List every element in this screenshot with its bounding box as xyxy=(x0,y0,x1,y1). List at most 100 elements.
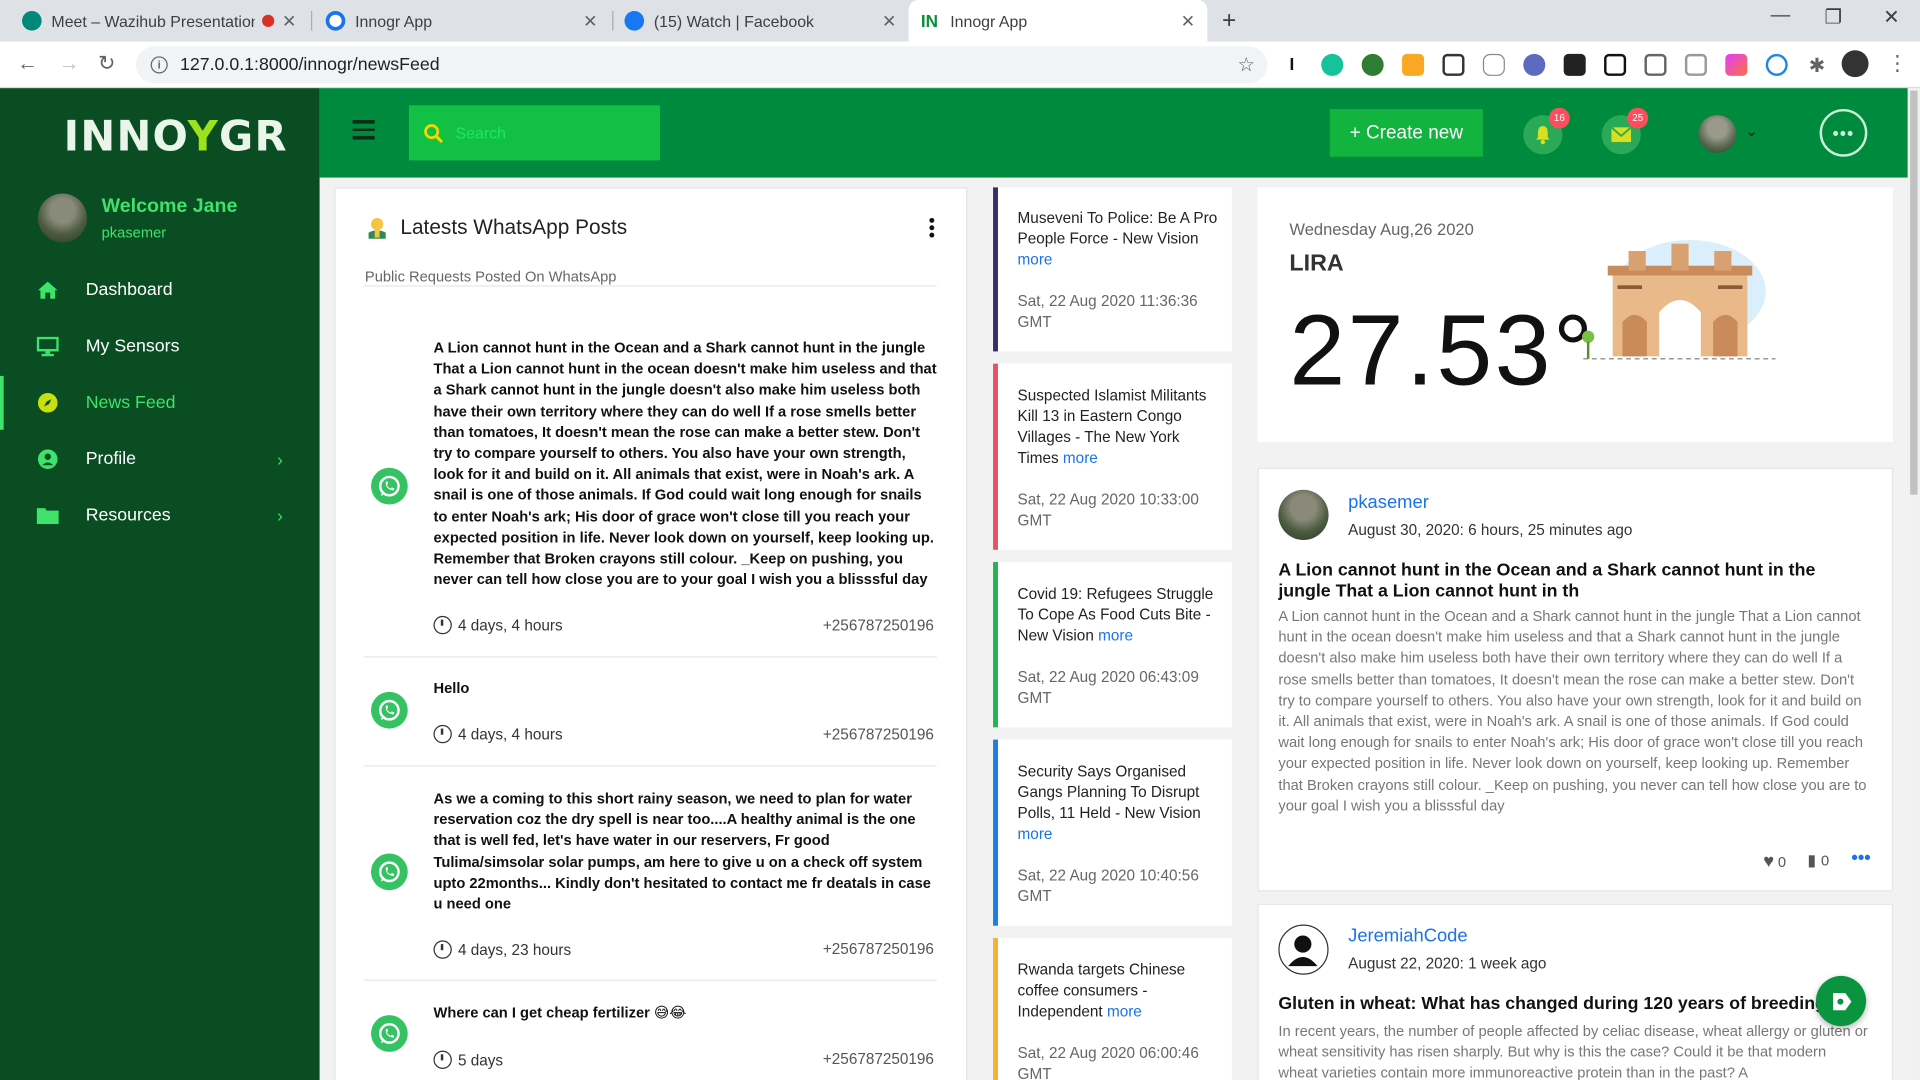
browser-tab-active[interactable]: IN Innogr App ✕ xyxy=(908,0,1208,42)
address-bar[interactable]: i 127.0.0.1:8000/innogr/newsFeed ☆ xyxy=(135,46,1268,84)
weather-temperature: 27.53° xyxy=(1289,295,1596,407)
grammarly-icon[interactable] xyxy=(1321,53,1344,76)
recording-icon xyxy=(262,14,275,27)
news-card[interactable]: Rwanda targets Chinese coffee consumers … xyxy=(993,937,1232,1080)
back-icon[interactable]: ← xyxy=(17,51,38,75)
extension-icon[interactable] xyxy=(1361,53,1384,76)
extension-icon[interactable] xyxy=(1523,53,1546,76)
more-options-button[interactable]: ••• xyxy=(1819,108,1868,157)
monitor-icon xyxy=(36,336,59,358)
chevron-right-icon: › xyxy=(277,505,283,526)
news-card[interactable]: Suspected Islamist Militants Kill 13 in … xyxy=(993,363,1232,550)
browser-tab[interactable]: Innogr App ✕ xyxy=(313,0,609,42)
sidebar-item-dashboard[interactable]: Dashboard xyxy=(0,263,320,317)
avatar[interactable] xyxy=(37,193,87,243)
envelope-icon xyxy=(1610,126,1632,143)
close-tab-icon[interactable]: ✕ xyxy=(583,10,597,31)
avatar[interactable] xyxy=(1278,489,1329,541)
post-time: 4 days, 4 hours xyxy=(433,615,563,635)
page-scrollbar[interactable] xyxy=(1907,88,1920,1080)
extension-icon[interactable] xyxy=(1563,53,1586,76)
close-tab-icon[interactable]: ✕ xyxy=(282,10,296,31)
news-date: Sat, 22 Aug 2020 11:36:36 GMT xyxy=(1017,292,1198,331)
phone-number: +256787250196 xyxy=(822,726,934,744)
forward-icon[interactable]: → xyxy=(59,51,80,75)
news-date: Sat, 22 Aug 2020 06:43:09 GMT xyxy=(1017,668,1199,707)
thumbs-down-icon: ▮ xyxy=(1807,851,1817,870)
news-title[interactable]: Covid 19: Refugees Struggle To Cope As F… xyxy=(1018,584,1220,646)
messages-button[interactable]: 25 xyxy=(1601,107,1649,155)
more-link[interactable]: more xyxy=(1063,449,1098,466)
sidebar-item-profile[interactable]: Profile › xyxy=(0,432,320,486)
kebab-menu-icon[interactable] xyxy=(929,217,936,238)
browser-tab[interactable]: (15) Watch | Facebook ✕ xyxy=(612,0,908,42)
extension-icon[interactable] xyxy=(1644,53,1667,76)
avatar[interactable] xyxy=(1698,115,1737,154)
whatsapp-icon xyxy=(371,691,408,729)
clock-icon xyxy=(433,940,452,959)
post-author[interactable]: JeremiahCode xyxy=(1348,926,1467,947)
more-link[interactable]: more xyxy=(1107,1003,1142,1020)
meet-icon xyxy=(22,11,42,31)
close-window-icon[interactable]: ✕ xyxy=(1883,5,1899,29)
card-title: Latests WhatsApp Posts xyxy=(365,216,627,240)
site-info-icon[interactable]: i xyxy=(150,56,168,74)
sidebar-item-my-sensors[interactable]: My Sensors xyxy=(0,320,320,374)
whatsapp-icon xyxy=(371,1015,408,1052)
close-tab-icon[interactable]: ✕ xyxy=(1181,10,1195,31)
post-time: 4 days, 4 hours xyxy=(433,724,563,744)
sidebar-item-news-feed[interactable]: News Feed xyxy=(0,375,320,430)
more-link[interactable]: more xyxy=(1098,627,1133,644)
extension-icon[interactable] xyxy=(1765,53,1788,76)
camera-icon[interactable] xyxy=(1684,53,1707,76)
extension-icon[interactable]: I xyxy=(1280,53,1303,76)
minimize-icon[interactable]: — xyxy=(1771,5,1791,27)
notion-icon[interactable] xyxy=(1604,53,1627,76)
like-button[interactable]: ♥ 0 xyxy=(1763,851,1786,872)
post-author[interactable]: pkasemer xyxy=(1348,492,1429,513)
clock-icon xyxy=(433,1050,452,1069)
weather-date: Wednesday Aug,26 2020 xyxy=(1289,220,1474,239)
post-time: 4 days, 23 hours xyxy=(433,940,571,959)
maximize-icon[interactable]: ❐ xyxy=(1824,5,1842,29)
news-card[interactable]: Covid 19: Refugees Struggle To Cope As F… xyxy=(993,562,1232,728)
news-card[interactable]: Museveni To Police: Be A Pro People Forc… xyxy=(993,187,1232,352)
close-tab-icon[interactable]: ✕ xyxy=(882,10,896,31)
post-headline[interactable]: Gluten in wheat: What has changed during… xyxy=(1278,994,1866,1014)
bookmark-star-icon[interactable]: ☆ xyxy=(1238,53,1256,77)
hamburger-menu-icon[interactable] xyxy=(352,120,375,140)
heart-icon: ♥ xyxy=(1763,851,1775,872)
extension-icon[interactable] xyxy=(1725,53,1748,76)
more-link[interactable]: more xyxy=(1018,825,1053,842)
more-link[interactable]: more xyxy=(1018,251,1053,268)
create-new-button[interactable]: + Create new xyxy=(1329,108,1483,157)
rss-icon[interactable] xyxy=(1402,53,1425,76)
menu-dots-icon[interactable]: ⋮ xyxy=(1887,51,1908,75)
reload-icon[interactable]: ↻ xyxy=(98,51,115,75)
news-title[interactable]: Rwanda targets Chinese coffee consumers … xyxy=(1018,960,1220,1022)
post-options-icon[interactable]: ••• xyxy=(1851,847,1870,868)
fertilizer-icon xyxy=(1832,992,1851,1010)
browser-tab[interactable]: Meet – Wazihub Presentation ✕ xyxy=(10,0,309,42)
default-avatar-icon[interactable] xyxy=(1278,924,1329,975)
profile-avatar[interactable] xyxy=(1841,50,1869,78)
puzzle-icon[interactable]: ✱ xyxy=(1806,54,1828,77)
notifications-button[interactable]: 16 xyxy=(1523,107,1570,155)
news-title[interactable]: Security Says Organised Gangs Planning T… xyxy=(1018,762,1220,845)
post-headline[interactable]: A Lion cannot hunt in the Ocean and a Sh… xyxy=(1278,561,1866,601)
browser-toolbar: ← → ↻ i 127.0.0.1:8000/innogr/newsFeed ☆… xyxy=(0,41,1920,89)
sidebar-item-resources[interactable]: Resources › xyxy=(0,489,320,543)
extension-icon[interactable] xyxy=(1442,53,1465,76)
extension-icon[interactable] xyxy=(1482,53,1505,76)
dislike-button[interactable]: ▮ 0 xyxy=(1807,851,1829,871)
chevron-down-icon[interactable]: ⌄ xyxy=(1745,121,1758,141)
search-icon xyxy=(424,123,444,143)
news-card[interactable]: Security Says Organised Gangs Planning T… xyxy=(993,739,1232,926)
logo[interactable]: INNOYGR xyxy=(64,113,288,162)
news-title[interactable]: Suspected Islamist Militants Kill 13 in … xyxy=(1018,386,1220,469)
new-tab-button[interactable]: + xyxy=(1222,7,1236,35)
floating-action-button[interactable] xyxy=(1815,975,1867,1027)
compass-icon xyxy=(37,392,59,414)
news-title[interactable]: Museveni To Police: Be A Pro People Forc… xyxy=(1018,208,1220,270)
search-input[interactable] xyxy=(455,123,640,143)
